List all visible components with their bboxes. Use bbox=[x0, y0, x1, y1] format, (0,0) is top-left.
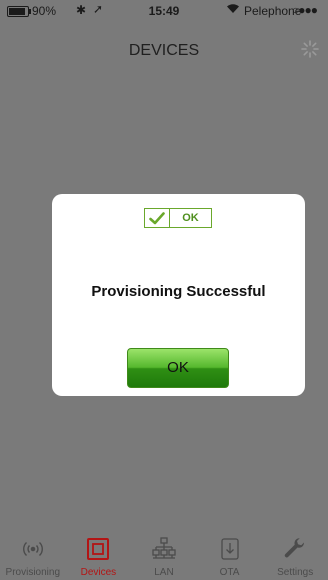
loading-spinner-icon bbox=[301, 40, 319, 58]
status-bar: 90% ✱ ➚ 15:49 Pelephone ○●●● bbox=[0, 0, 328, 22]
ok-badge: OK bbox=[144, 208, 212, 228]
tab-label: Provisioning bbox=[5, 567, 61, 578]
ok-button[interactable]: OK bbox=[127, 348, 229, 388]
wrench-icon bbox=[282, 536, 308, 562]
tab-devices[interactable]: Devices bbox=[66, 530, 132, 580]
screen: 90% ✱ ➚ 15:49 Pelephone ○●●● DEVICES OK bbox=[0, 0, 328, 580]
download-icon bbox=[217, 536, 243, 562]
tab-label: LAN bbox=[154, 567, 174, 578]
signal-strength: ○●●● bbox=[292, 3, 318, 17]
tab-settings[interactable]: Settings bbox=[262, 530, 328, 580]
tab-bar: Provisioning Devices LAN OTA Settings bbox=[0, 530, 328, 580]
wifi-icon bbox=[226, 3, 240, 17]
checkmark-icon bbox=[145, 209, 170, 227]
device-chip-icon bbox=[85, 536, 111, 562]
page-title: DEVICES bbox=[128, 42, 200, 59]
success-dialog: OK Provisioning Successful OK bbox=[52, 194, 305, 396]
tab-label: Devices bbox=[80, 567, 117, 578]
network-icon bbox=[151, 536, 177, 562]
dialog-message: Provisioning Successful bbox=[91, 283, 266, 300]
tab-label: OTA bbox=[219, 567, 240, 578]
tab-label: Settings bbox=[277, 567, 314, 578]
tab-ota[interactable]: OTA bbox=[197, 530, 263, 580]
radio-signal-icon bbox=[20, 536, 46, 562]
tab-provisioning[interactable]: Provisioning bbox=[0, 530, 66, 580]
tab-lan[interactable]: LAN bbox=[131, 530, 197, 580]
ok-badge-label: OK bbox=[182, 212, 199, 224]
